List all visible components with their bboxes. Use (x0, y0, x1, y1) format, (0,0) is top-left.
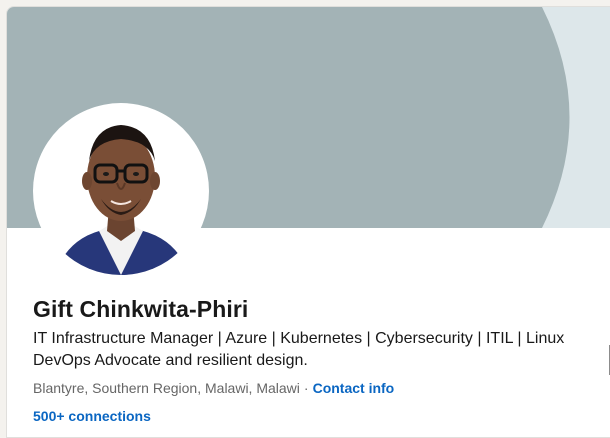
profile-card: Gift Chinkwita-Phiri IT Infrastructure M… (6, 6, 610, 438)
location-text: Blantyre, Southern Region, Malawi, Malaw… (33, 380, 300, 396)
profile-photo[interactable] (37, 107, 205, 275)
contact-info-link[interactable]: Contact info (313, 380, 395, 396)
connections-link[interactable]: 500+ connections (33, 408, 151, 424)
profile-name: Gift Chinkwita-Phiri (33, 296, 249, 322)
profile-photo-frame[interactable] (33, 103, 209, 279)
avatar (37, 107, 205, 275)
profile-headline: IT Infrastructure Manager | Azure | Kube… (33, 330, 565, 369)
location-row: Blantyre, Southern Region, Malawi, Malaw… (33, 380, 394, 396)
connections-count: 500+ connections (33, 408, 151, 424)
separator-dot: · (303, 380, 309, 396)
